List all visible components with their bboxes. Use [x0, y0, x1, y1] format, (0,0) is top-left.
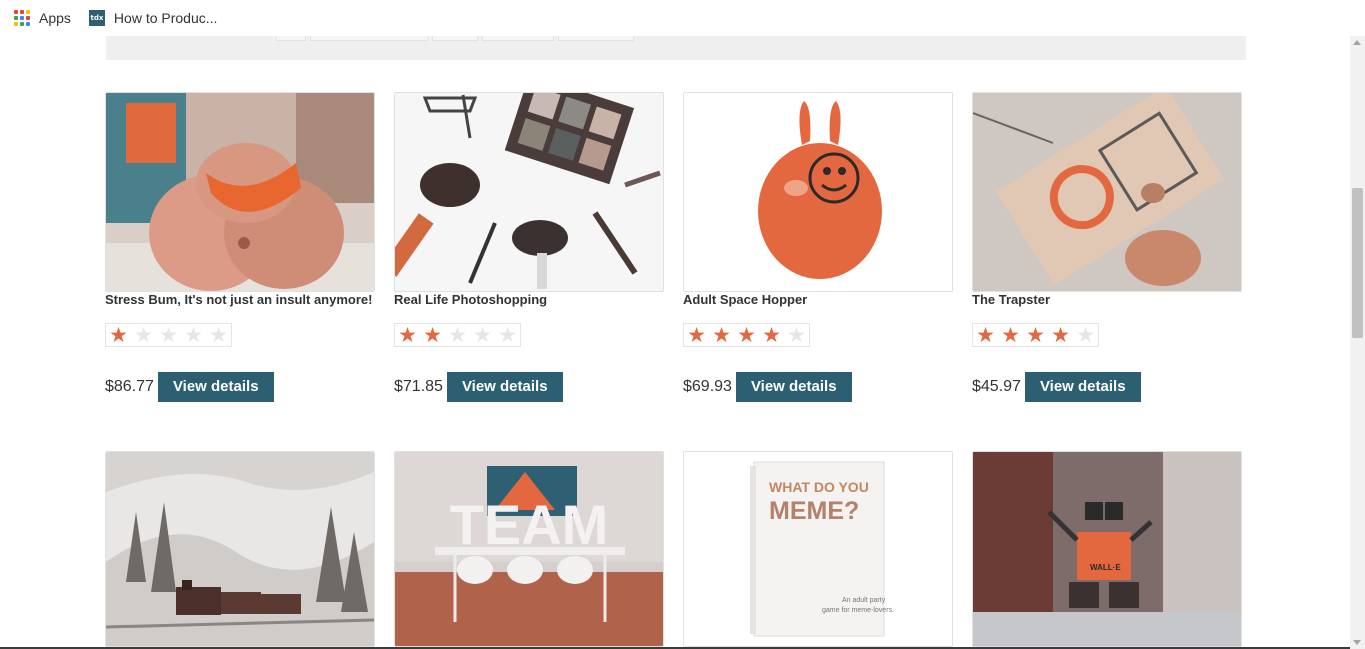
- mouse-trap-image[interactable]: [972, 92, 1242, 292]
- product-card: Adult Space Hopper ★ ★ ★ ★ ★ $69.93 View…: [683, 92, 953, 402]
- robot-toy-image[interactable]: WALL·E: [972, 451, 1242, 647]
- meme-card-game-image[interactable]: WHAT DO YOU MEME? An adult party game fo…: [683, 451, 953, 647]
- steam-train-image[interactable]: [105, 451, 375, 647]
- apps-label: Apps: [39, 10, 71, 26]
- star-icon[interactable]: ★: [206, 324, 231, 346]
- scroll-up-icon[interactable]: [1353, 40, 1361, 45]
- price-row: $45.97 View details: [972, 372, 1141, 402]
- product-price: $71.85: [394, 378, 443, 395]
- star-icon[interactable]: ★: [734, 324, 759, 346]
- star-icon[interactable]: ★: [445, 324, 470, 346]
- team-letters-image[interactable]: TEAM: [394, 451, 664, 647]
- space-hopper-image[interactable]: [683, 92, 953, 292]
- star-icon[interactable]: ★: [181, 324, 206, 346]
- price-row: $69.93 View details: [683, 372, 852, 402]
- star-icon[interactable]: ★: [156, 324, 181, 346]
- product-title[interactable]: Adult Space Hopper: [683, 292, 807, 307]
- filter-control[interactable]: [276, 36, 306, 41]
- star-icon[interactable]: ★: [420, 324, 445, 346]
- price-row: $71.85 View details: [394, 372, 563, 402]
- filter-control[interactable]: [432, 36, 478, 41]
- product-card: TEAM: [394, 451, 664, 647]
- product-price: $45.97: [972, 378, 1021, 395]
- star-icon[interactable]: ★: [709, 324, 734, 346]
- product-card: WHAT DO YOU MEME? An adult party game fo…: [683, 451, 953, 647]
- star-icon[interactable]: ★: [1023, 324, 1048, 346]
- star-icon[interactable]: ★: [684, 324, 709, 346]
- product-card: Stress Bum, It's not just an insult anym…: [105, 92, 375, 402]
- star-icon[interactable]: ★: [106, 324, 131, 346]
- scrollbar-thumb[interactable]: [1352, 188, 1363, 338]
- filter-bar: [106, 36, 1246, 60]
- star-icon[interactable]: ★: [131, 324, 156, 346]
- bookmarks-bar: Apps tdx How to Produc...: [0, 0, 1365, 36]
- apps-grid-icon: [14, 10, 30, 26]
- bookmark-how-to-produce[interactable]: tdx How to Produc...: [85, 10, 218, 26]
- product-price: $86.77: [105, 378, 154, 395]
- star-icon[interactable]: ★: [395, 324, 420, 346]
- star-icon[interactable]: ★: [759, 324, 784, 346]
- star-icon[interactable]: ★: [1048, 324, 1073, 346]
- star-rating[interactable]: ★ ★ ★ ★ ★: [972, 323, 1099, 347]
- bookmark-label: How to Produc...: [113, 10, 218, 26]
- page-scrollbar[interactable]: [1350, 36, 1365, 649]
- stress-bum-image[interactable]: [105, 92, 375, 292]
- star-rating[interactable]: ★ ★ ★ ★ ★: [394, 323, 521, 347]
- product-card: Real Life Photoshopping ★ ★ ★ ★ ★ $71.85…: [394, 92, 664, 402]
- view-details-button[interactable]: View details: [1024, 372, 1141, 402]
- robot-label: WALL·E: [1090, 563, 1121, 572]
- price-row: $86.77 View details: [105, 372, 274, 402]
- filter-control[interactable]: [482, 36, 554, 41]
- product-card: The Trapster ★ ★ ★ ★ ★ $45.97 View detai…: [972, 92, 1242, 402]
- filter-control[interactable]: [310, 36, 428, 41]
- meme-box-sub1: An adult party: [842, 597, 886, 604]
- view-details-button[interactable]: View details: [157, 372, 274, 402]
- star-icon[interactable]: ★: [1073, 324, 1098, 346]
- product-card: [105, 451, 375, 647]
- star-icon[interactable]: ★: [495, 324, 520, 346]
- filter-control[interactable]: [558, 36, 634, 41]
- meme-box-line1: WHAT DO YOU: [769, 479, 869, 495]
- product-title[interactable]: The Trapster: [972, 292, 1050, 307]
- meme-box-sub2: game for meme-lovers.: [822, 607, 894, 614]
- product-title[interactable]: Stress Bum, It's not just an insult anym…: [105, 292, 372, 307]
- star-rating[interactable]: ★ ★ ★ ★ ★: [683, 323, 810, 347]
- product-card: WALL·E: [972, 451, 1242, 647]
- star-icon[interactable]: ★: [998, 324, 1023, 346]
- view-details-button[interactable]: View details: [735, 372, 852, 402]
- apps-bookmark[interactable]: Apps: [14, 10, 71, 26]
- tdx-favicon-icon: tdx: [88, 10, 105, 26]
- scroll-down-icon[interactable]: [1353, 640, 1361, 645]
- meme-box-line2: MEME?: [769, 497, 859, 525]
- product-title[interactable]: Real Life Photoshopping: [394, 292, 547, 307]
- team-word: TEAM: [450, 493, 609, 556]
- view-details-button[interactable]: View details: [446, 372, 563, 402]
- product-price: $69.93: [683, 378, 732, 395]
- star-icon[interactable]: ★: [784, 324, 809, 346]
- star-icon[interactable]: ★: [973, 324, 998, 346]
- star-icon[interactable]: ★: [470, 324, 495, 346]
- star-rating[interactable]: ★ ★ ★ ★ ★: [105, 323, 232, 347]
- makeup-brushes-image[interactable]: [394, 92, 664, 292]
